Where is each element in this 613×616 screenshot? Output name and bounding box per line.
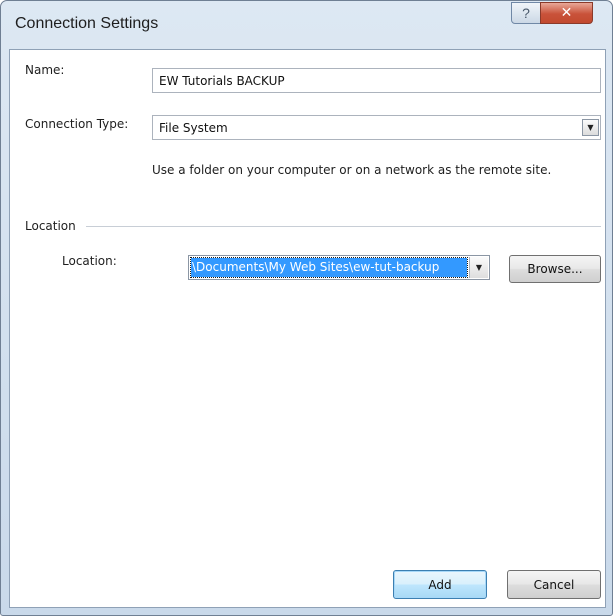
dialog-body: Name: EW Tutorials BACKUP Connection Typ… xyxy=(9,49,606,608)
close-icon: ✕ xyxy=(560,5,573,21)
name-input[interactable]: EW Tutorials BACKUP xyxy=(152,68,601,93)
location-group-divider xyxy=(86,226,601,227)
chevron-down-icon: ▼ xyxy=(587,123,594,132)
connection-type-select[interactable]: File System xyxy=(152,115,601,140)
browse-button[interactable]: Browse... xyxy=(509,255,601,283)
connection-type-label: Connection Type: xyxy=(25,117,129,131)
connection-type-dropdown-button[interactable]: ▼ xyxy=(582,119,599,136)
close-button[interactable]: ✕ xyxy=(540,2,593,24)
name-input-value: EW Tutorials BACKUP xyxy=(159,73,285,88)
connection-type-description: Use a folder on your computer or on a ne… xyxy=(152,163,552,177)
name-label: Name: xyxy=(25,63,65,77)
location-label: Location: xyxy=(62,254,117,268)
location-input[interactable]: \Documents\My Web Sites\ew-tut-backup xyxy=(190,257,468,278)
help-button[interactable]: ? xyxy=(511,2,541,24)
location-dropdown-button[interactable]: ▼ xyxy=(469,257,488,278)
location-combobox[interactable]: \Documents\My Web Sites\ew-tut-backup ▼ xyxy=(188,255,490,280)
help-icon: ? xyxy=(522,5,530,21)
chevron-down-icon: ▼ xyxy=(475,263,483,272)
connection-settings-dialog: Connection Settings ? ✕ Name: EW Tutoria… xyxy=(0,0,613,616)
add-button[interactable]: Add xyxy=(393,570,487,599)
dialog-title: Connection Settings xyxy=(15,15,159,32)
cancel-button[interactable]: Cancel xyxy=(507,570,601,599)
connection-type-value: File System xyxy=(159,120,228,135)
location-group-title: Location xyxy=(25,219,76,233)
